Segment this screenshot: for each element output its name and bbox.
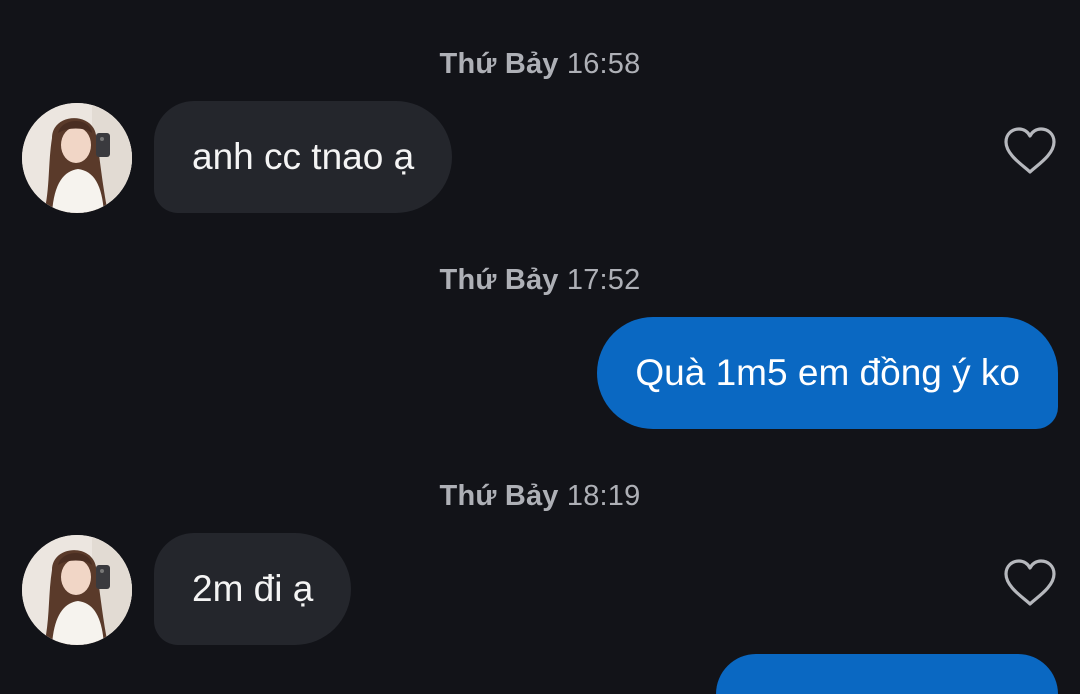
message-timestamp: Thứ Bảy 16:58 — [0, 48, 1080, 81]
outgoing-message-bubble-partial[interactable] — [716, 654, 1058, 694]
sender-avatar[interactable] — [22, 535, 132, 645]
incoming-message-bubble[interactable]: 2m đi ạ — [154, 533, 352, 645]
timestamp-day: Thứ Bảy — [439, 480, 559, 512]
message-timestamp: Thứ Bảy 17:52 — [0, 264, 1080, 297]
timestamp-day: Thứ Bảy — [439, 48, 559, 80]
message-text: 2m đi ạ — [192, 568, 314, 609]
incoming-message-bubble[interactable]: anh cc tnao ạ — [154, 101, 453, 213]
timestamp-time: 18:19 — [566, 480, 641, 512]
timestamp-day: Thứ Bảy — [439, 264, 559, 296]
outgoing-message-bubble[interactable]: Quà 1m5 em đồng ý ko — [597, 317, 1058, 429]
avatar-photo — [22, 103, 132, 213]
heart-icon[interactable] — [1002, 558, 1058, 608]
message-text: anh cc tnao ạ — [192, 136, 415, 177]
message-timestamp: Thứ Bảy 18:19 — [0, 480, 1080, 513]
heart-icon[interactable] — [1002, 126, 1058, 176]
avatar-photo — [22, 535, 132, 645]
timestamp-time: 16:58 — [566, 48, 641, 80]
message-text: Quà 1m5 em đồng ý ko — [635, 352, 1020, 393]
sender-avatar[interactable] — [22, 103, 132, 213]
timestamp-time: 17:52 — [566, 264, 641, 296]
